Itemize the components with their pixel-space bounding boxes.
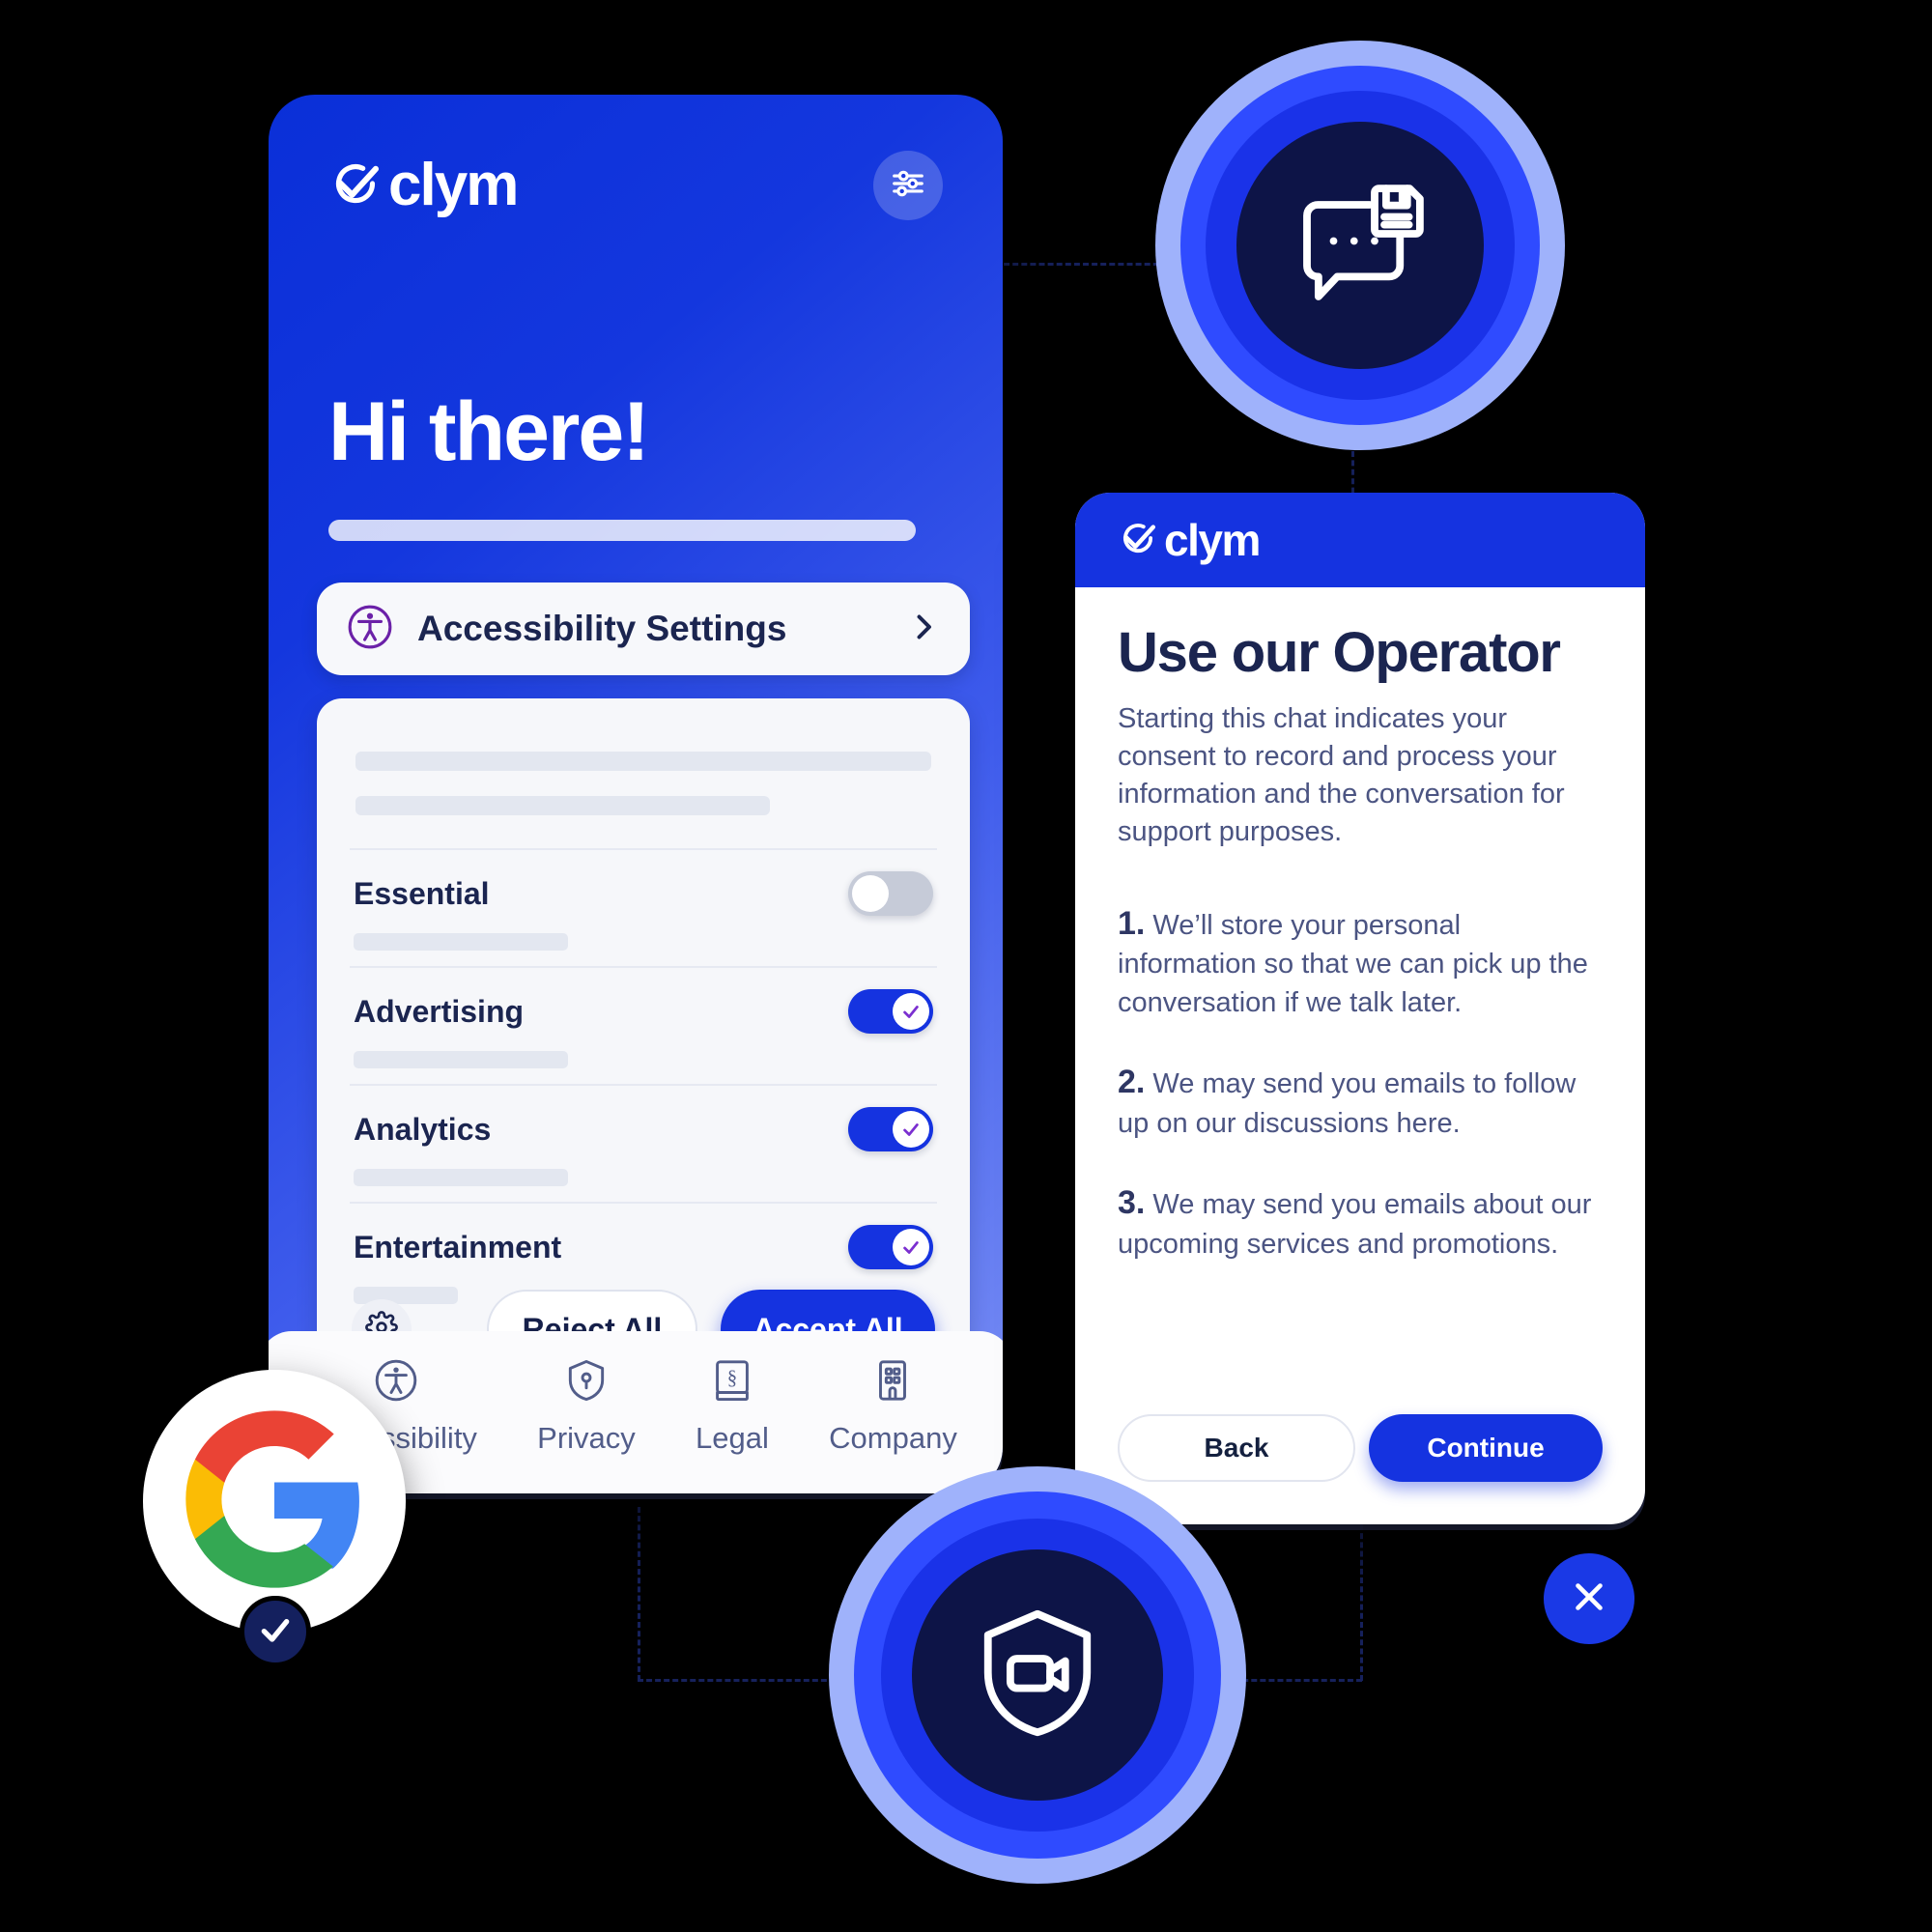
category-name: Entertainment bbox=[354, 1229, 562, 1264]
shield-keyhole-icon bbox=[562, 1356, 611, 1409]
clym-check-mark-icon bbox=[328, 156, 383, 215]
list-item-text: We may send you emails to follow up on o… bbox=[1118, 1067, 1577, 1139]
category-desc-skeleton bbox=[354, 933, 568, 951]
settings-sliders-button[interactable] bbox=[873, 151, 943, 220]
category-row: Essential bbox=[317, 850, 970, 966]
shield-video-icon bbox=[965, 1601, 1110, 1750]
list-item-number: 2. bbox=[1118, 1063, 1146, 1100]
category-toggle[interactable] bbox=[848, 989, 933, 1034]
consent-header: clym bbox=[328, 151, 943, 220]
nav-label: Legal bbox=[696, 1420, 769, 1455]
check-icon bbox=[256, 1610, 295, 1654]
greeting-title: Hi there! bbox=[328, 385, 650, 478]
svg-text:§: § bbox=[727, 1366, 737, 1389]
toggle-knob bbox=[893, 1229, 929, 1265]
toggle-knob bbox=[893, 1111, 929, 1148]
nav-label: Privacy bbox=[537, 1420, 636, 1455]
operator-intro: Starting this chat indicates your consen… bbox=[1118, 703, 1565, 848]
operator-body: Use our Operator Starting this chat indi… bbox=[1075, 587, 1645, 1264]
connector-bottom-right-v bbox=[1360, 1524, 1363, 1681]
clym-logo: clym bbox=[328, 152, 519, 218]
list-item-text: We’ll store your personal information so… bbox=[1118, 909, 1588, 1018]
category-name: Advertising bbox=[354, 993, 525, 1029]
operator-title: Use our Operator bbox=[1118, 621, 1561, 684]
clym-check-mark-icon bbox=[1118, 518, 1158, 563]
greeting-placeholder-bar bbox=[328, 520, 916, 541]
chat-save-icon bbox=[1288, 171, 1433, 321]
chat-save-badge bbox=[1155, 41, 1565, 450]
chevron-right-icon bbox=[906, 610, 941, 649]
description-skeleton bbox=[317, 698, 970, 848]
nav-item-privacy[interactable]: Privacy bbox=[537, 1356, 636, 1456]
category-toggle[interactable] bbox=[848, 1225, 933, 1269]
law-book-icon: § bbox=[708, 1356, 756, 1409]
nav-item-company[interactable]: Company bbox=[829, 1356, 957, 1456]
close-icon bbox=[1567, 1575, 1611, 1624]
list-item-number: 1. bbox=[1118, 904, 1146, 942]
list-item: 2. We may send you emails to follow up o… bbox=[1118, 1061, 1603, 1143]
category-name: Essential bbox=[354, 875, 490, 911]
operator-panel: clym Use our Operator Starting this chat… bbox=[1075, 493, 1645, 1524]
list-item: 1. We’ll store your personal information… bbox=[1118, 902, 1603, 1022]
category-desc-skeleton bbox=[354, 1051, 568, 1068]
clym-logo: clym bbox=[1118, 515, 1261, 565]
nav-item-legal[interactable]: § Legal bbox=[696, 1356, 769, 1456]
clym-logo-text: clym bbox=[1164, 515, 1261, 565]
accessibility-icon bbox=[372, 1356, 420, 1409]
nav-label: Company bbox=[829, 1420, 957, 1455]
accessibility-settings-row[interactable]: Accessibility Settings bbox=[317, 582, 970, 675]
category-row: Analytics bbox=[317, 1086, 970, 1202]
google-verified-check bbox=[240, 1596, 311, 1667]
google-badge bbox=[143, 1370, 406, 1633]
category-name: Analytics bbox=[354, 1111, 492, 1147]
continue-button[interactable]: Continue bbox=[1369, 1414, 1603, 1482]
back-button[interactable]: Back bbox=[1118, 1414, 1355, 1482]
list-item-number: 3. bbox=[1118, 1183, 1146, 1221]
shield-video-badge bbox=[829, 1466, 1246, 1884]
google-logo-icon bbox=[178, 1403, 371, 1601]
sliders-icon bbox=[890, 165, 926, 207]
toggle-knob bbox=[893, 993, 929, 1030]
list-item-text: We may send you emails about our upcomin… bbox=[1118, 1188, 1592, 1260]
category-desc-skeleton bbox=[354, 1169, 568, 1186]
accessibility-icon bbox=[346, 603, 394, 656]
clym-logo-text: clym bbox=[388, 152, 519, 218]
category-toggle[interactable] bbox=[848, 1107, 933, 1151]
operator-consent-list: 1. We’ll store your personal information… bbox=[1118, 902, 1603, 1264]
operator-header: clym bbox=[1075, 493, 1645, 587]
toggle-knob bbox=[852, 875, 889, 912]
operator-actions: Back Continue bbox=[1118, 1414, 1603, 1482]
connector-bottom-left-v bbox=[638, 1507, 640, 1681]
close-button[interactable] bbox=[1544, 1553, 1634, 1644]
building-icon bbox=[868, 1356, 917, 1409]
consent-banner: clym Hi there! Accessibility Settings Es… bbox=[269, 95, 1003, 1493]
accessibility-settings-label: Accessibility Settings bbox=[417, 609, 787, 648]
preferences-card: Essential Advertising Analytics Entertai… bbox=[317, 698, 970, 1386]
list-item: 3. We may send you emails about our upco… bbox=[1118, 1181, 1603, 1264]
canvas: clym Hi there! Accessibility Settings Es… bbox=[0, 0, 1932, 1932]
category-row: Advertising bbox=[317, 968, 970, 1084]
category-toggle[interactable] bbox=[848, 871, 933, 916]
